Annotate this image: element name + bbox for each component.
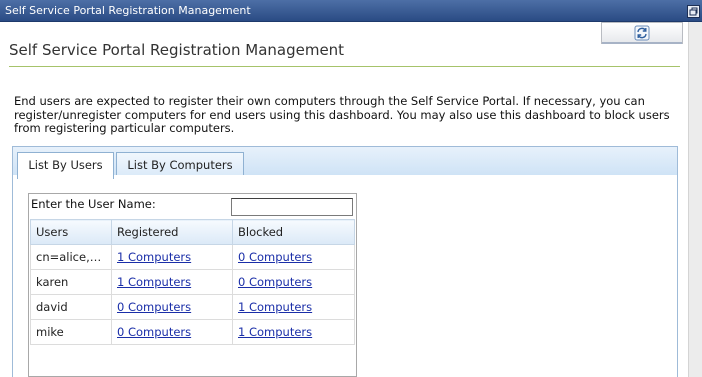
tab-bar: List By Users List By Computers bbox=[12, 146, 678, 179]
vertical-scrollbar[interactable] bbox=[688, 22, 702, 377]
blocked-computers-link[interactable]: 0 Computers bbox=[238, 275, 312, 289]
blocked-computers-link[interactable]: 0 Computers bbox=[238, 250, 312, 264]
intro-line-2: register/unregister computers for end us… bbox=[14, 107, 670, 122]
window-title: Self Service Portal Registration Managem… bbox=[5, 4, 251, 17]
user-cell: cn=alice,o... bbox=[30, 244, 112, 270]
user-cell: mike bbox=[30, 319, 112, 345]
title-divider bbox=[9, 66, 680, 67]
registered-computers-link[interactable]: 1 Computers bbox=[117, 275, 191, 289]
table-row[interactable]: mike 0 Computers 1 Computers bbox=[30, 319, 355, 345]
refresh-icon bbox=[634, 25, 650, 41]
user-cell: karen bbox=[30, 269, 112, 295]
registered-computers-link[interactable]: 1 Computers bbox=[117, 250, 191, 264]
table-row[interactable]: david 0 Computers 1 Computers bbox=[30, 294, 355, 320]
table-header-row: Users Registered Blocked bbox=[30, 219, 355, 245]
user-name-input[interactable] bbox=[231, 198, 353, 216]
user-name-label: Enter the User Name: bbox=[31, 197, 156, 211]
tab-list-by-users[interactable]: List By Users bbox=[17, 152, 114, 179]
refresh-button[interactable] bbox=[601, 22, 683, 44]
column-header-blocked[interactable]: Blocked bbox=[232, 219, 355, 245]
restore-icon[interactable] bbox=[687, 4, 700, 18]
intro-text: End users are expected to register their… bbox=[14, 94, 674, 136]
blocked-computers-link[interactable]: 1 Computers bbox=[238, 300, 312, 314]
window-titlebar: Self Service Portal Registration Managem… bbox=[0, 0, 702, 22]
intro-line-1: End users are expected to register their… bbox=[14, 94, 645, 108]
users-table: Users Registered Blocked cn=alice,o... 1… bbox=[30, 219, 355, 345]
column-header-registered[interactable]: Registered bbox=[111, 219, 233, 245]
registered-computers-link[interactable]: 0 Computers bbox=[117, 325, 191, 339]
column-header-users[interactable]: Users bbox=[30, 219, 112, 245]
registered-computers-link[interactable]: 0 Computers bbox=[117, 300, 191, 314]
blocked-computers-link[interactable]: 1 Computers bbox=[238, 325, 312, 339]
page-title: Self Service Portal Registration Managem… bbox=[9, 41, 345, 59]
table-row[interactable]: cn=alice,o... 1 Computers 0 Computers bbox=[30, 244, 355, 270]
user-cell: david bbox=[30, 294, 112, 320]
table-row[interactable]: karen 1 Computers 0 Computers bbox=[30, 269, 355, 295]
intro-line-3: from registering particular computers. bbox=[14, 121, 235, 135]
